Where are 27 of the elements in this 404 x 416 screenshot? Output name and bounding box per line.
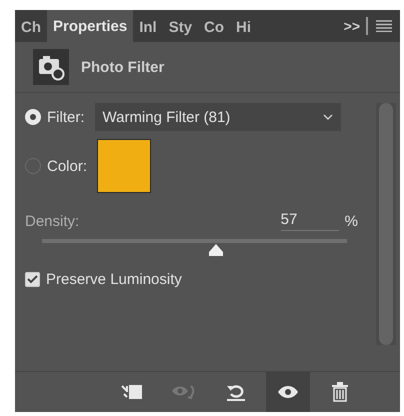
- menu-icon[interactable]: [376, 20, 392, 32]
- camera-icon: [33, 49, 69, 85]
- preserve-checkbox[interactable]: [25, 272, 40, 287]
- density-field[interactable]: 57: [280, 211, 339, 231]
- panel-tab[interactable]: Inl: [133, 12, 163, 42]
- color-label: Color:: [47, 158, 88, 174]
- filter-dropdown[interactable]: Warming Filter (81): [94, 103, 340, 131]
- panel-tab[interactable]: Hi: [230, 12, 258, 42]
- eye-icon: [277, 385, 299, 399]
- filter-radio[interactable]: [25, 109, 41, 125]
- panel-title: Photo Filter: [81, 58, 164, 76]
- panel-tab[interactable]: Co: [198, 12, 230, 42]
- density-label: Density:: [25, 212, 80, 230]
- trash-icon: [331, 382, 349, 402]
- chevron-down-icon: [322, 114, 332, 120]
- panel-tab[interactable]: Sty: [162, 12, 198, 42]
- overflow-button[interactable]: >>: [338, 10, 366, 42]
- percent-label: %: [344, 212, 358, 230]
- visibility-button[interactable]: [266, 372, 310, 412]
- preserve-label: Preserve Luminosity: [46, 271, 182, 288]
- scrollbar[interactable]: [376, 103, 396, 345]
- clip-layer-icon: [120, 383, 144, 401]
- color-radio[interactable]: [25, 158, 41, 174]
- color-swatch[interactable]: [97, 139, 152, 193]
- filter-label: Filter:: [47, 108, 84, 126]
- panel-tab[interactable]: Ch: [15, 12, 47, 42]
- panel-tab[interactable]: Properties: [47, 10, 134, 42]
